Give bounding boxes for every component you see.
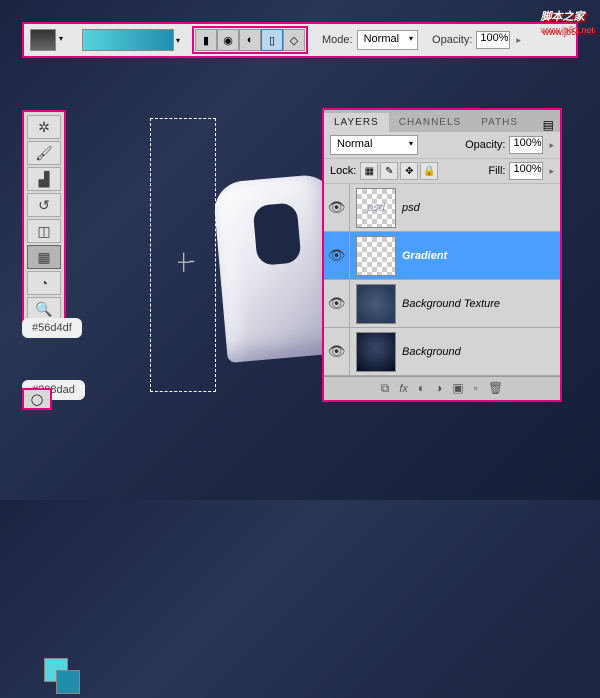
- gradient-radial[interactable]: ◉: [217, 29, 239, 51]
- opacity-label: Opacity:: [432, 34, 472, 46]
- opacity-flyout[interactable]: ▸: [516, 35, 521, 46]
- gradient-editor[interactable]: [82, 29, 174, 51]
- foreground-swatch[interactable]: [30, 29, 56, 51]
- visibility-icon[interactable]: 👁: [324, 280, 350, 327]
- layer-row[interactable]: 👁 Background: [324, 328, 560, 376]
- gradient-linear[interactable]: ▮: [195, 29, 217, 51]
- lock-pixels[interactable]: ✎: [380, 162, 398, 180]
- layer-thumb[interactable]: [356, 332, 396, 372]
- delete-layer-icon[interactable]: 🗑: [488, 381, 503, 396]
- panel-tabs: LAYERS CHANNELS PATHS ▤: [324, 110, 560, 132]
- tab-layers[interactable]: LAYERS: [324, 113, 389, 132]
- adjustment-icon[interactable]: ◑: [435, 381, 442, 396]
- watermark: 脚本之家 www.jb51.net: [540, 4, 594, 35]
- healing-brush-tool[interactable]: ✲: [27, 115, 61, 139]
- panel-menu-icon[interactable]: ▤: [537, 118, 560, 132]
- fill-flyout-icon[interactable]: ▸: [549, 166, 554, 177]
- gradient-tool[interactable]: ▦: [27, 245, 61, 269]
- fx-icon[interactable]: fx: [399, 381, 408, 396]
- gradient-reflected[interactable]: ▯: [261, 29, 283, 51]
- gradient-type-group: ▮ ◉ ◐ ▯ ◇: [192, 26, 308, 54]
- gradient-dropdown[interactable]: ▾: [176, 36, 180, 45]
- clone-stamp-tool[interactable]: ▟: [27, 167, 61, 191]
- layer-thumb[interactable]: [356, 236, 396, 276]
- lock-all[interactable]: 🔒: [420, 162, 438, 180]
- layer-row[interactable]: 👁 Gradient: [324, 232, 560, 280]
- mode-label: Mode:: [322, 34, 353, 46]
- fill-label: Fill:: [488, 165, 505, 177]
- layer-opacity-label: Opacity:: [465, 139, 505, 151]
- tab-paths[interactable]: PATHS: [471, 113, 528, 132]
- link-layers-icon[interactable]: ⧉: [381, 381, 390, 396]
- crosshair-cursor: ┼╴: [178, 252, 199, 272]
- eraser-tool[interactable]: ◫: [27, 219, 61, 243]
- layer-row[interactable]: 👁 Background Texture: [324, 280, 560, 328]
- group-icon[interactable]: ▣: [452, 381, 463, 396]
- layer-thumb[interactable]: [356, 284, 396, 324]
- fill-input[interactable]: 100%: [509, 162, 543, 180]
- layer-list: 👁 psd psd 👁 Gradient 👁 Background Textur…: [324, 184, 560, 376]
- mode-select[interactable]: Normal: [357, 30, 418, 50]
- visibility-icon[interactable]: 👁: [324, 328, 350, 375]
- visibility-icon[interactable]: 👁: [324, 232, 350, 279]
- layers-footer: ⧉ fx ◐ ◑ ▣ ▫ 🗑: [324, 376, 560, 400]
- options-bar: ▾ ▮ ◉ ◐ ▯ ◇ Mode: Normal Opacity: 100% ▸: [22, 22, 578, 58]
- visibility-icon[interactable]: 👁: [324, 184, 350, 231]
- opacity-input[interactable]: 100%: [476, 31, 510, 49]
- blur-tool[interactable]: ◔: [27, 271, 61, 295]
- layer-name[interactable]: psd: [402, 202, 420, 214]
- lock-position[interactable]: ✥: [400, 162, 418, 180]
- lock-transparency[interactable]: ▦: [360, 162, 378, 180]
- tool-panel: ✲ 🖌 ▟ ↺ ◫ ▦ ◔ 🔍: [22, 110, 66, 326]
- gradient-diamond[interactable]: ◇: [283, 29, 305, 51]
- background-color[interactable]: [56, 670, 80, 694]
- quick-mask-button[interactable]: ◯: [22, 388, 52, 410]
- layer-name[interactable]: Gradient: [402, 250, 447, 262]
- opacity-flyout-icon[interactable]: ▸: [549, 140, 554, 151]
- gradient-angle[interactable]: ◐: [239, 29, 261, 51]
- layer-row[interactable]: 👁 psd psd: [324, 184, 560, 232]
- layer-name[interactable]: Background: [402, 346, 461, 358]
- new-layer-icon[interactable]: ▫: [474, 381, 478, 396]
- layers-panel: LAYERS CHANNELS PATHS ▤ Normal Opacity: …: [322, 108, 562, 402]
- blend-mode-select[interactable]: Normal: [330, 135, 418, 155]
- layer-opacity-input[interactable]: 100%: [509, 136, 543, 154]
- mask-icon[interactable]: ◐: [418, 381, 425, 396]
- brush-tool[interactable]: 🖌: [27, 141, 61, 165]
- tab-channels[interactable]: CHANNELS: [389, 113, 471, 132]
- layer-thumb[interactable]: psd: [356, 188, 396, 228]
- lock-label: Lock:: [330, 165, 356, 177]
- lock-buttons: ▦ ✎ ✥ 🔒: [360, 162, 438, 180]
- layer-name[interactable]: Background Texture: [402, 298, 500, 310]
- color-chip-1: #56d4df: [22, 318, 82, 338]
- history-brush-tool[interactable]: ↺: [27, 193, 61, 217]
